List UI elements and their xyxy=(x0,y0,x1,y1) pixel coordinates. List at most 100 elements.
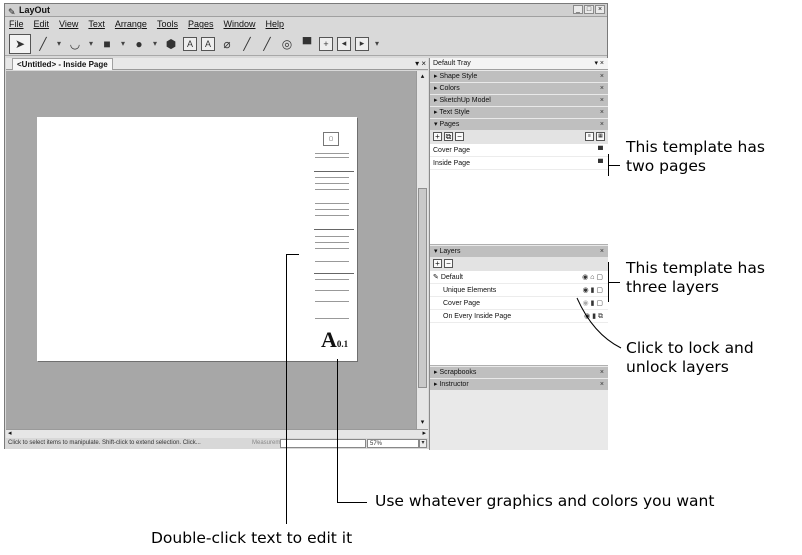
page-icon[interactable]: ▢ xyxy=(596,274,603,281)
style-paint-icon[interactable]: ╱ xyxy=(259,34,275,54)
page-letter-graphic[interactable]: A0.1 xyxy=(321,329,348,355)
presentation-icon[interactable]: ▀ xyxy=(299,34,315,54)
select-arrow-icon[interactable]: ➤ xyxy=(9,33,31,54)
chevron-down-icon[interactable]: ▾ xyxy=(55,34,63,54)
maximize-button[interactable]: □ xyxy=(584,5,594,14)
close-icon[interactable]: × xyxy=(600,246,604,257)
chevron-down-icon[interactable]: ▾ xyxy=(87,34,95,54)
thumbnail-view-icon[interactable]: ▦ xyxy=(596,132,605,141)
eye-icon[interactable]: ◉ xyxy=(582,274,588,281)
add-layer-icon[interactable]: + xyxy=(433,259,442,268)
split-icon[interactable]: ◎ xyxy=(279,34,295,54)
panel-shape-style[interactable]: ▸ Shape Style × xyxy=(430,71,608,82)
close-icon[interactable]: × xyxy=(600,71,604,82)
panel-pages[interactable]: ▾ Pages × xyxy=(430,119,608,130)
add-page-icon[interactable]: + xyxy=(319,36,333,51)
panel-text-style[interactable]: ▸ Text Style × xyxy=(430,107,608,118)
close-icon[interactable]: × xyxy=(600,95,604,106)
menu-pages[interactable]: Pages xyxy=(188,18,214,31)
page-icon[interactable]: ▢ xyxy=(596,287,603,294)
document-tab[interactable]: <Untitled> - Inside Page xyxy=(12,58,113,70)
toolbar-overflow-icon[interactable]: ▾ xyxy=(373,34,381,54)
zoom-dropdown-icon[interactable]: ▾ xyxy=(419,439,427,448)
menu-view[interactable]: View xyxy=(59,18,78,31)
close-icon[interactable]: × xyxy=(600,367,604,378)
scrollbar-thumb[interactable] xyxy=(418,188,427,388)
text-block[interactable] xyxy=(315,215,349,218)
rectangle-icon[interactable]: ■ xyxy=(99,34,115,54)
close-icon[interactable]: × xyxy=(600,83,604,94)
menu-file[interactable]: File xyxy=(9,18,24,31)
tray-controls[interactable]: ▾ × xyxy=(594,58,604,70)
text-block[interactable] xyxy=(315,290,349,293)
panel-scrapbooks[interactable]: ▸ Scrapbooks × xyxy=(430,367,608,378)
panel-colors[interactable]: ▸ Colors × xyxy=(430,83,608,94)
panel-layers[interactable]: ▾ Layers × xyxy=(430,246,608,257)
text-block[interactable] xyxy=(315,236,349,239)
close-button[interactable]: × xyxy=(595,5,605,14)
text-block[interactable] xyxy=(315,279,349,282)
unlock-icon[interactable]: ⌂ xyxy=(590,274,594,281)
text-block[interactable] xyxy=(315,318,349,321)
scroll-right-icon[interactable]: ▸ xyxy=(422,430,426,438)
panel-instructor[interactable]: ▸ Instructor × xyxy=(430,379,608,390)
text-block[interactable] xyxy=(315,153,349,156)
text-box-icon[interactable]: A xyxy=(183,36,197,51)
lock-icon[interactable]: ▮ xyxy=(591,287,595,294)
remove-layer-icon[interactable]: − xyxy=(444,259,453,268)
page-preview[interactable]: ▢ A0.1 xyxy=(37,117,357,361)
scroll-left-icon[interactable]: ◂ xyxy=(8,430,12,438)
divider xyxy=(314,229,354,230)
presentation-icon[interactable]: ▀ xyxy=(598,144,603,157)
minimize-button[interactable]: _ xyxy=(573,5,583,14)
presentation-icon[interactable]: ▀ xyxy=(598,157,603,170)
text-block[interactable] xyxy=(315,209,349,212)
horizontal-scrollbar[interactable]: ◂ ▸ xyxy=(6,429,428,438)
close-icon[interactable]: × xyxy=(600,379,604,390)
eraser-icon[interactable]: ⌀ xyxy=(219,34,235,54)
measurements-input[interactable] xyxy=(280,439,366,448)
next-page-icon[interactable]: ▸ xyxy=(355,36,369,51)
panel-sketchup-model[interactable]: ▸ SketchUp Model × xyxy=(430,95,608,106)
scroll-up-icon[interactable]: ▴ xyxy=(418,72,427,81)
close-icon[interactable]: × xyxy=(600,119,604,130)
arc-icon[interactable]: ◡ xyxy=(67,34,83,54)
chevron-down-icon[interactable]: ▾ xyxy=(119,34,127,54)
style-sampler-icon[interactable]: ╱ xyxy=(239,34,255,54)
duplicate-page-icon[interactable]: ⧉ xyxy=(444,132,453,141)
text-block[interactable] xyxy=(315,203,349,206)
chevron-down-icon[interactable]: ▾ xyxy=(151,34,159,54)
text-block[interactable] xyxy=(315,157,349,160)
menu-text[interactable]: Text xyxy=(88,18,105,31)
list-view-icon[interactable]: ≡ xyxy=(585,132,594,141)
pencil-line-icon[interactable]: ╱ xyxy=(35,34,51,54)
menu-arrange[interactable]: Arrange xyxy=(115,18,147,31)
eye-icon[interactable]: ◉ xyxy=(583,287,589,294)
vertical-scrollbar[interactable]: ▴ ▾ xyxy=(416,71,428,429)
close-icon[interactable]: × xyxy=(600,107,604,118)
menu-edit[interactable]: Edit xyxy=(34,18,50,31)
text-block[interactable] xyxy=(315,248,349,251)
text-block[interactable] xyxy=(315,261,349,264)
text-block[interactable] xyxy=(315,301,349,304)
menu-tools[interactable]: Tools xyxy=(157,18,178,31)
document-canvas[interactable]: ▢ A0.1 xyxy=(6,71,416,429)
zoom-field[interactable]: 57% xyxy=(367,439,419,448)
text-block[interactable] xyxy=(315,183,349,186)
page-row-cover[interactable]: Cover Page ▀ xyxy=(430,144,608,157)
menu-help[interactable]: Help xyxy=(266,18,285,31)
page-row-inside[interactable]: Inside Page ▀ xyxy=(430,157,608,170)
text-block[interactable] xyxy=(315,242,349,245)
menu-window[interactable]: Window xyxy=(223,18,255,31)
previous-page-icon[interactable]: ◂ xyxy=(337,36,351,51)
layer-row-default[interactable]: ✎ Default ◉ ⌂ ▢ xyxy=(430,271,608,284)
circle-icon[interactable]: ● xyxy=(131,34,147,54)
label-icon[interactable]: A xyxy=(201,36,215,51)
polygon-icon[interactable]: ⬢ xyxy=(163,34,179,54)
add-page-icon[interactable]: + xyxy=(433,132,442,141)
remove-page-icon[interactable]: − xyxy=(455,132,464,141)
text-block[interactable] xyxy=(315,189,349,192)
text-block[interactable] xyxy=(315,177,349,180)
scroll-down-icon[interactable]: ▾ xyxy=(418,418,427,427)
document-tab-controls[interactable]: ▾ × xyxy=(415,58,426,69)
